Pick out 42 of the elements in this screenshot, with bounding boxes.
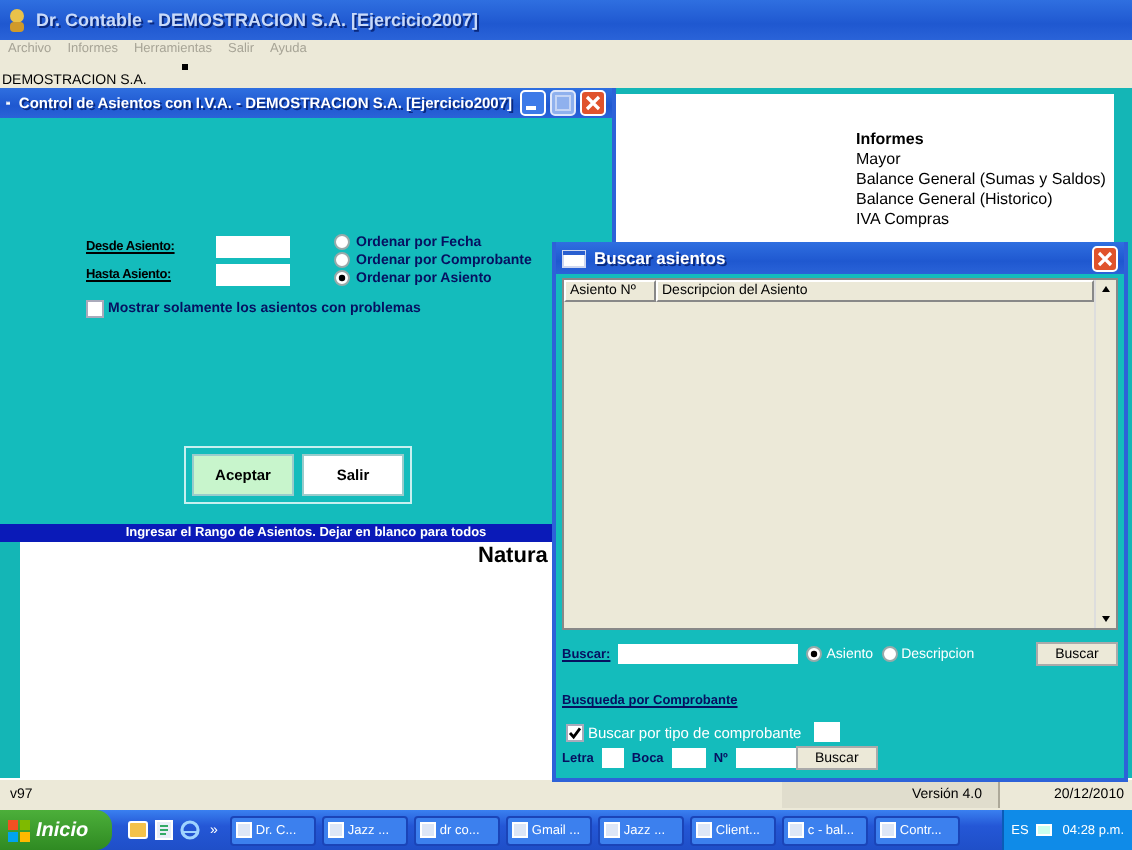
- report-link[interactable]: Balance General (Sumas y Saldos): [856, 170, 1106, 188]
- browser-icon[interactable]: [180, 820, 200, 840]
- window-icon: [603, 822, 620, 838]
- panel-text: Natura: [478, 544, 548, 568]
- input-field[interactable]: [601, 748, 624, 768]
- input-field[interactable]: [735, 748, 796, 768]
- window-icon: [327, 822, 344, 838]
- checkbox[interactable]: [86, 300, 104, 318]
- window-icon: [419, 822, 436, 838]
- window-icon: [787, 822, 804, 838]
- window-title: Buscar asientos: [594, 248, 728, 268]
- start-button[interactable]: Inicio: [0, 810, 112, 850]
- flag-icon: [8, 819, 30, 841]
- radio-button[interactable]: [334, 252, 350, 268]
- section-heading: Informes: [856, 130, 926, 148]
- search-field[interactable]: [618, 644, 799, 664]
- window-icon: [562, 249, 586, 267]
- window-title: Dr. Contable - DEMOSTRACION S.A. [Ejercicio2007]: [36, 10, 481, 30]
- radio-button[interactable]: [806, 646, 823, 662]
- radio-button[interactable]: [334, 270, 350, 286]
- input-field[interactable]: [216, 236, 290, 258]
- app-icon: [6, 7, 28, 33]
- input-field[interactable]: [216, 264, 290, 286]
- window-icon: [695, 822, 712, 838]
- scrollbar[interactable]: [1094, 280, 1116, 628]
- folder-icon[interactable]: [128, 820, 148, 840]
- input-field[interactable]: [813, 722, 840, 742]
- maximize-button[interactable]: [550, 90, 576, 116]
- document-icon[interactable]: [154, 820, 174, 840]
- window-icon: [511, 822, 528, 838]
- radio-button[interactable]: [881, 646, 898, 662]
- checkbox[interactable]: [566, 723, 584, 741]
- close-button[interactable]: [1092, 245, 1118, 271]
- report-link[interactable]: IVA Compras: [856, 210, 1106, 228]
- input-field[interactable]: [671, 748, 706, 768]
- report-link[interactable]: Balance General (Historico): [856, 190, 1106, 208]
- report-link[interactable]: Mayor: [856, 150, 1106, 168]
- radio-button[interactable]: [334, 234, 350, 250]
- minimize-button[interactable]: [520, 90, 546, 116]
- window-icon: [879, 822, 896, 838]
- close-button[interactable]: [580, 90, 606, 116]
- window-icon: [235, 822, 252, 838]
